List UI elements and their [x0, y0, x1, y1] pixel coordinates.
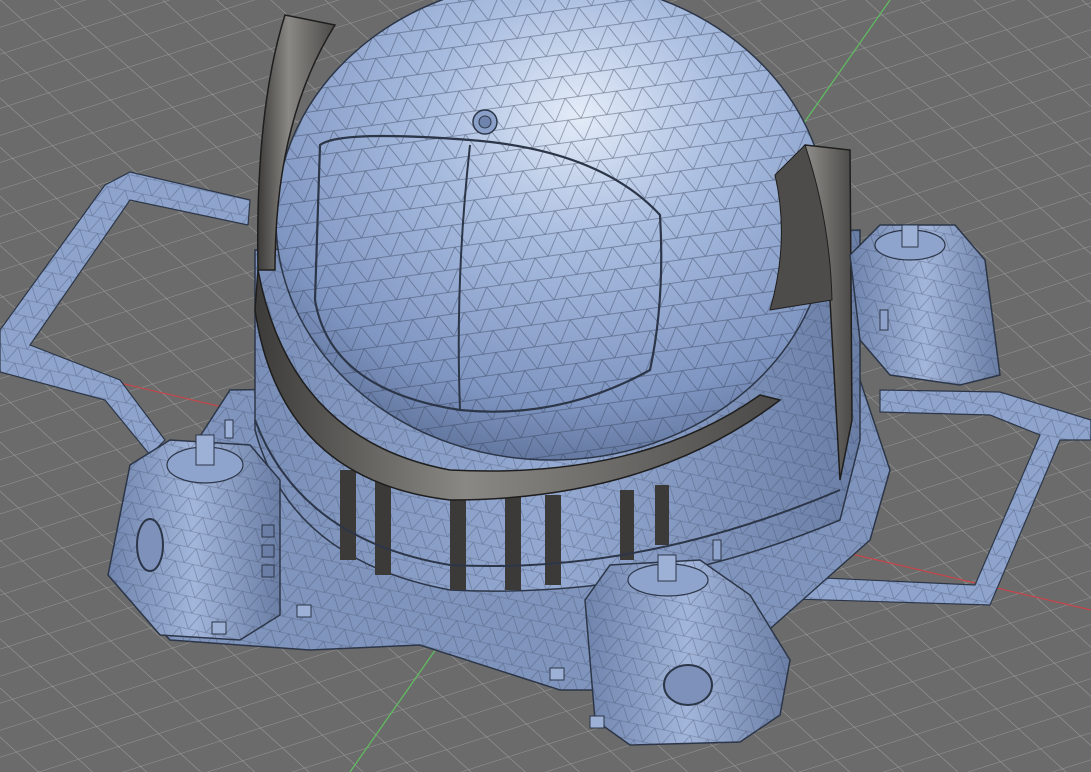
- 3d-viewport[interactable]: [0, 0, 1091, 772]
- pod-left-porthole-icon: [136, 518, 164, 572]
- pod-left-vents: [261, 524, 275, 578]
- dome-sphere[interactable]: [275, 0, 829, 461]
- dome-sensor-icon: [472, 109, 498, 135]
- pod-front-porthole-icon: [663, 664, 713, 706]
